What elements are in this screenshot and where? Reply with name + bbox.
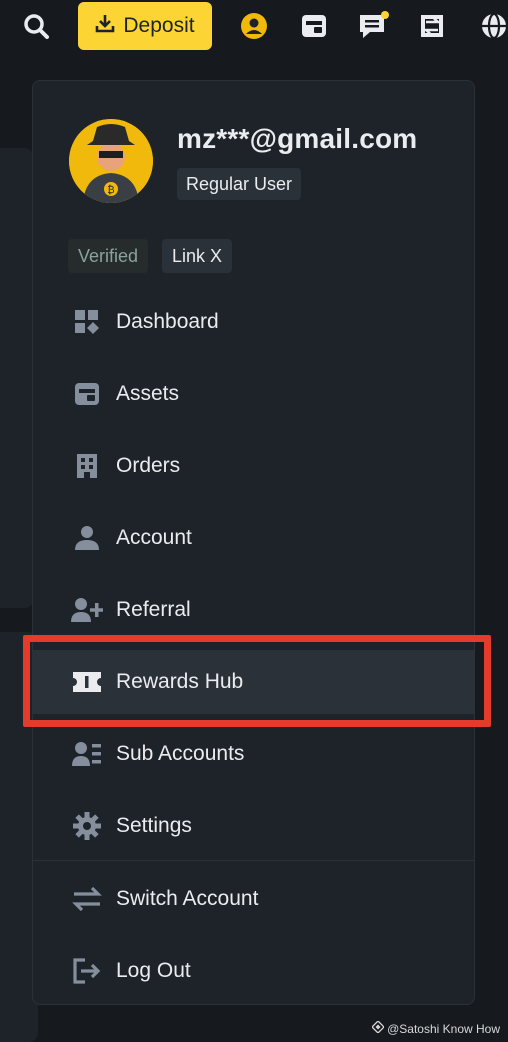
menu-item-sub-accounts[interactable]: Sub Accounts — [33, 722, 474, 786]
menu-item-label: Log Out — [116, 959, 191, 983]
user-role-badge: Regular User — [177, 168, 301, 200]
gear-icon — [71, 810, 103, 842]
menu-item-label: Sub Accounts — [116, 742, 244, 766]
deposit-label: Deposit — [123, 14, 194, 38]
globe-icon[interactable] — [476, 8, 508, 44]
menu-item-label: Orders — [116, 454, 180, 478]
watermark-text: @Satoshi Know How — [387, 1022, 500, 1036]
orders-icon — [71, 450, 103, 482]
logout-icon — [71, 955, 103, 987]
watermark: @Satoshi Know How — [372, 1021, 500, 1036]
user-avatar-icon[interactable] — [236, 8, 272, 44]
menu-item-switch-account[interactable]: Switch Account — [33, 867, 474, 931]
menu-item-referral[interactable]: Referral — [33, 578, 474, 642]
avatar[interactable]: ₿ — [69, 119, 153, 203]
verified-badge: Verified — [68, 239, 148, 273]
transfer-icon[interactable] — [414, 8, 450, 44]
menu-item-label: Assets — [116, 382, 179, 406]
link-x-button[interactable]: Link X — [162, 239, 232, 273]
sub-accounts-icon — [71, 738, 103, 770]
user-email: mz***@gmail.com — [177, 123, 417, 155]
deposit-button[interactable]: Deposit — [78, 2, 212, 50]
menu-item-label: Referral — [116, 598, 191, 622]
menu-item-dashboard[interactable]: Dashboard — [33, 290, 474, 354]
menu-item-label: Account — [116, 526, 192, 550]
menu-item-label: Switch Account — [116, 887, 258, 911]
menu-item-label: Settings — [116, 814, 192, 838]
menu-item-label: Dashboard — [116, 310, 219, 334]
messages-icon[interactable] — [356, 8, 392, 44]
account-icon — [71, 522, 103, 554]
menu-item-orders[interactable]: Orders — [33, 434, 474, 498]
ticket-icon — [71, 666, 103, 698]
svg-text:₿: ₿ — [107, 184, 114, 196]
download-icon — [95, 13, 115, 39]
switch-icon — [71, 883, 103, 915]
menu-item-label: Rewards Hub — [116, 670, 243, 694]
menu-item-assets[interactable]: Assets — [33, 362, 474, 426]
background-panel — [0, 148, 34, 608]
dashboard-icon — [71, 306, 103, 338]
menu-item-settings[interactable]: Settings — [33, 794, 474, 858]
top-bar: Deposit — [0, 0, 508, 52]
menu-item-account[interactable]: Account — [33, 506, 474, 570]
referral-icon — [71, 594, 103, 626]
watermark-logo-icon — [372, 1021, 384, 1036]
search-icon[interactable] — [18, 8, 54, 44]
account-dropdown-menu: ₿ mz***@gmail.com Regular User Verified … — [32, 80, 475, 1005]
wallet-icon — [71, 378, 103, 410]
menu-item-log-out[interactable]: Log Out — [33, 939, 474, 1003]
menu-divider — [33, 860, 474, 861]
menu-item-rewards-hub[interactable]: Rewards Hub — [33, 650, 474, 714]
wallet-icon[interactable] — [296, 8, 332, 44]
